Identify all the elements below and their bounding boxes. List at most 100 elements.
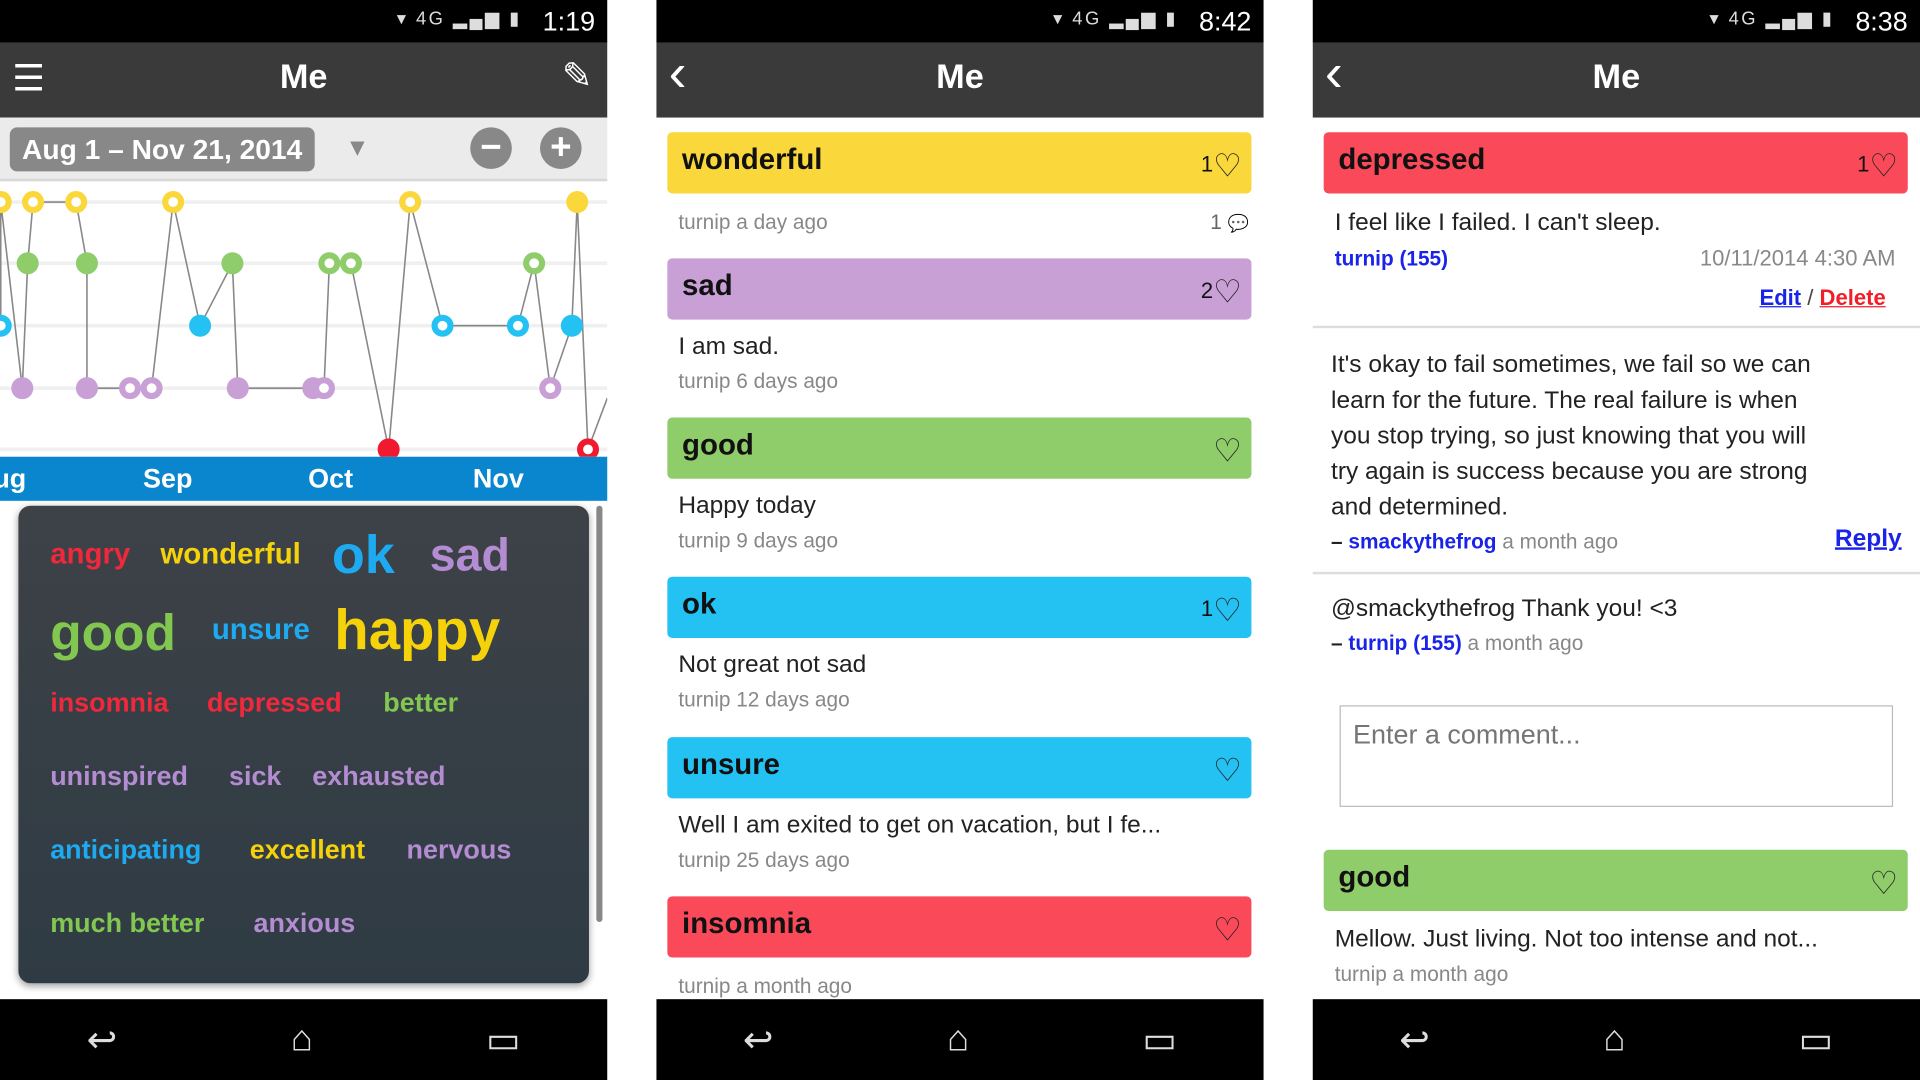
mood-point-wonderful[interactable] (399, 191, 422, 214)
recents-icon[interactable]: ▭ (1799, 1018, 1834, 1061)
mood-point-good[interactable] (221, 252, 244, 275)
mood-point-depressed[interactable] (576, 438, 600, 457)
mood-word[interactable]: good (50, 604, 176, 663)
mood-card-good[interactable]: good ♡ (667, 417, 1252, 479)
page-title: Me (936, 57, 984, 96)
edit-link[interactable]: Edit (1759, 285, 1801, 309)
like-count[interactable]: ♡ (1213, 752, 1242, 790)
heart-icon[interactable]: ♡ (1213, 591, 1242, 628)
mood-point-sad[interactable] (11, 377, 34, 400)
mood-point-depressed[interactable] (377, 438, 400, 457)
mood-word[interactable]: angry (50, 538, 130, 572)
compose-icon[interactable]: ✎ (562, 55, 593, 98)
like-count[interactable]: 2♡ (1201, 273, 1242, 311)
zoom-out-button[interactable]: − (470, 127, 512, 169)
app-bar: ☰ Me ✎ (0, 42, 608, 118)
mood-point-sad[interactable] (539, 377, 562, 400)
mood-point-sad[interactable] (312, 377, 336, 400)
date-range-selector[interactable]: Aug 1 – Nov 21, 2014 (9, 127, 315, 172)
mood-word[interactable]: sad (430, 530, 510, 583)
like-count[interactable]: 1♡ (1201, 147, 1242, 185)
mood-point-sad[interactable] (140, 377, 163, 400)
scrollbar[interactable] (596, 505, 603, 923)
mood-point-wonderful[interactable] (0, 191, 12, 214)
mood-point-ok[interactable] (560, 314, 583, 337)
reply-link[interactable]: Reply (1835, 525, 1902, 553)
back-icon[interactable]: ↩ (1399, 1018, 1430, 1061)
comment-author-link[interactable]: smackythefrog (1348, 530, 1496, 553)
mood-card-wonderful[interactable]: wonderful 1♡ (667, 132, 1252, 194)
heart-icon[interactable]: ♡ (1213, 911, 1242, 948)
mood-point-sad[interactable] (75, 377, 98, 400)
back-icon[interactable]: ↩ (87, 1018, 118, 1061)
mood-point-ok[interactable] (0, 314, 12, 337)
heart-icon[interactable]: ♡ (1213, 432, 1242, 469)
mood-card-depressed[interactable]: depressed 1♡ (1323, 132, 1908, 194)
mood-word[interactable]: exhausted (312, 760, 445, 792)
post-author-link[interactable]: turnip (155) (1335, 247, 1448, 271)
back-icon[interactable]: ↩ (743, 1018, 774, 1061)
like-count[interactable]: 1♡ (1857, 147, 1898, 185)
mood-point-good[interactable] (523, 252, 546, 275)
mood-word[interactable]: anticipating (50, 834, 201, 866)
comment-author-link[interactable]: turnip (155) (1348, 632, 1461, 655)
mood-point-good[interactable] (339, 252, 362, 275)
heart-icon[interactable]: ♡ (1213, 273, 1242, 310)
heart-icon[interactable]: ♡ (1869, 147, 1898, 184)
mood-word[interactable]: nervous (407, 834, 512, 866)
date-range-bar: Aug 1 – Nov 21, 2014 ▼ − + (0, 117, 608, 182)
mood-word[interactable]: better (383, 687, 458, 719)
mood-word[interactable]: anxious (253, 907, 355, 939)
mood-card-ok[interactable]: ok 1♡ (667, 576, 1252, 638)
like-count[interactable]: 1♡ (1201, 591, 1242, 629)
mood-point-ok[interactable] (431, 314, 454, 337)
mood-point-sad[interactable] (226, 377, 249, 400)
mood-card-good[interactable]: good ♡ (1323, 849, 1908, 912)
mood-word[interactable]: depressed (207, 687, 342, 719)
mood-card-insomnia[interactable]: insomnia ♡ (667, 896, 1252, 958)
like-count[interactable]: ♡ (1213, 432, 1242, 470)
mood-word[interactable]: uninspired (50, 760, 188, 792)
month-axis: ug Sep Oct Nov (0, 456, 608, 501)
mood-point-good[interactable] (75, 252, 98, 275)
mood-word[interactable]: insomnia (50, 687, 168, 719)
mood-point-wonderful[interactable] (22, 191, 45, 214)
mood-chart[interactable] (0, 184, 608, 457)
screen-entry-list: ▾ 4G ▂▄▆ ▮ 8:42 ‹ Me wonderful 1♡ turnip … (656, 0, 1264, 1080)
like-count[interactable]: ♡ (1869, 864, 1898, 902)
comment-input[interactable] (1339, 705, 1894, 807)
mood-point-good[interactable] (318, 252, 341, 275)
zoom-in-button[interactable]: + (540, 127, 582, 169)
mood-word[interactable]: unsure (212, 613, 310, 647)
status-bar: ▾ 4G ▂▄▆ ▮ 8:42 (656, 0, 1264, 43)
mood-word[interactable]: much better (50, 907, 204, 939)
mood-point-wonderful[interactable] (65, 191, 88, 214)
heart-icon[interactable]: ♡ (1869, 864, 1898, 901)
mood-word[interactable]: happy (334, 596, 500, 662)
mood-word[interactable]: sick (229, 760, 281, 792)
mood-card-unsure[interactable]: unsure ♡ (667, 737, 1252, 799)
mood-point-wonderful[interactable] (162, 191, 185, 214)
mood-point-sad[interactable] (119, 377, 142, 400)
comment-count[interactable]: 1 💬 (1210, 211, 1249, 235)
like-count[interactable]: ♡ (1213, 911, 1242, 949)
recents-icon[interactable]: ▭ (486, 1018, 521, 1061)
recents-icon[interactable]: ▭ (1142, 1018, 1177, 1061)
mood-point-wonderful[interactable] (566, 191, 589, 214)
mood-point-good[interactable] (16, 252, 39, 275)
mood-word[interactable]: excellent (250, 834, 365, 866)
home-icon[interactable]: ⌂ (947, 1019, 969, 1061)
home-icon[interactable]: ⌂ (1603, 1019, 1625, 1061)
mood-card-sad[interactable]: sad 2♡ (667, 258, 1252, 320)
home-icon[interactable]: ⌂ (291, 1019, 313, 1061)
mood-word[interactable]: ok (332, 525, 395, 586)
mood-word[interactable]: wonderful (160, 538, 300, 572)
heart-icon[interactable]: ♡ (1213, 147, 1242, 184)
clock: 1:19 (542, 6, 596, 37)
heart-icon[interactable]: ♡ (1213, 752, 1242, 789)
mood-point-ok[interactable] (189, 314, 212, 337)
dropdown-caret-icon[interactable]: ▼ (345, 135, 369, 163)
mood-point-ok[interactable] (506, 314, 529, 337)
delete-link[interactable]: Delete (1820, 285, 1886, 309)
dash: – (1331, 631, 1343, 656)
